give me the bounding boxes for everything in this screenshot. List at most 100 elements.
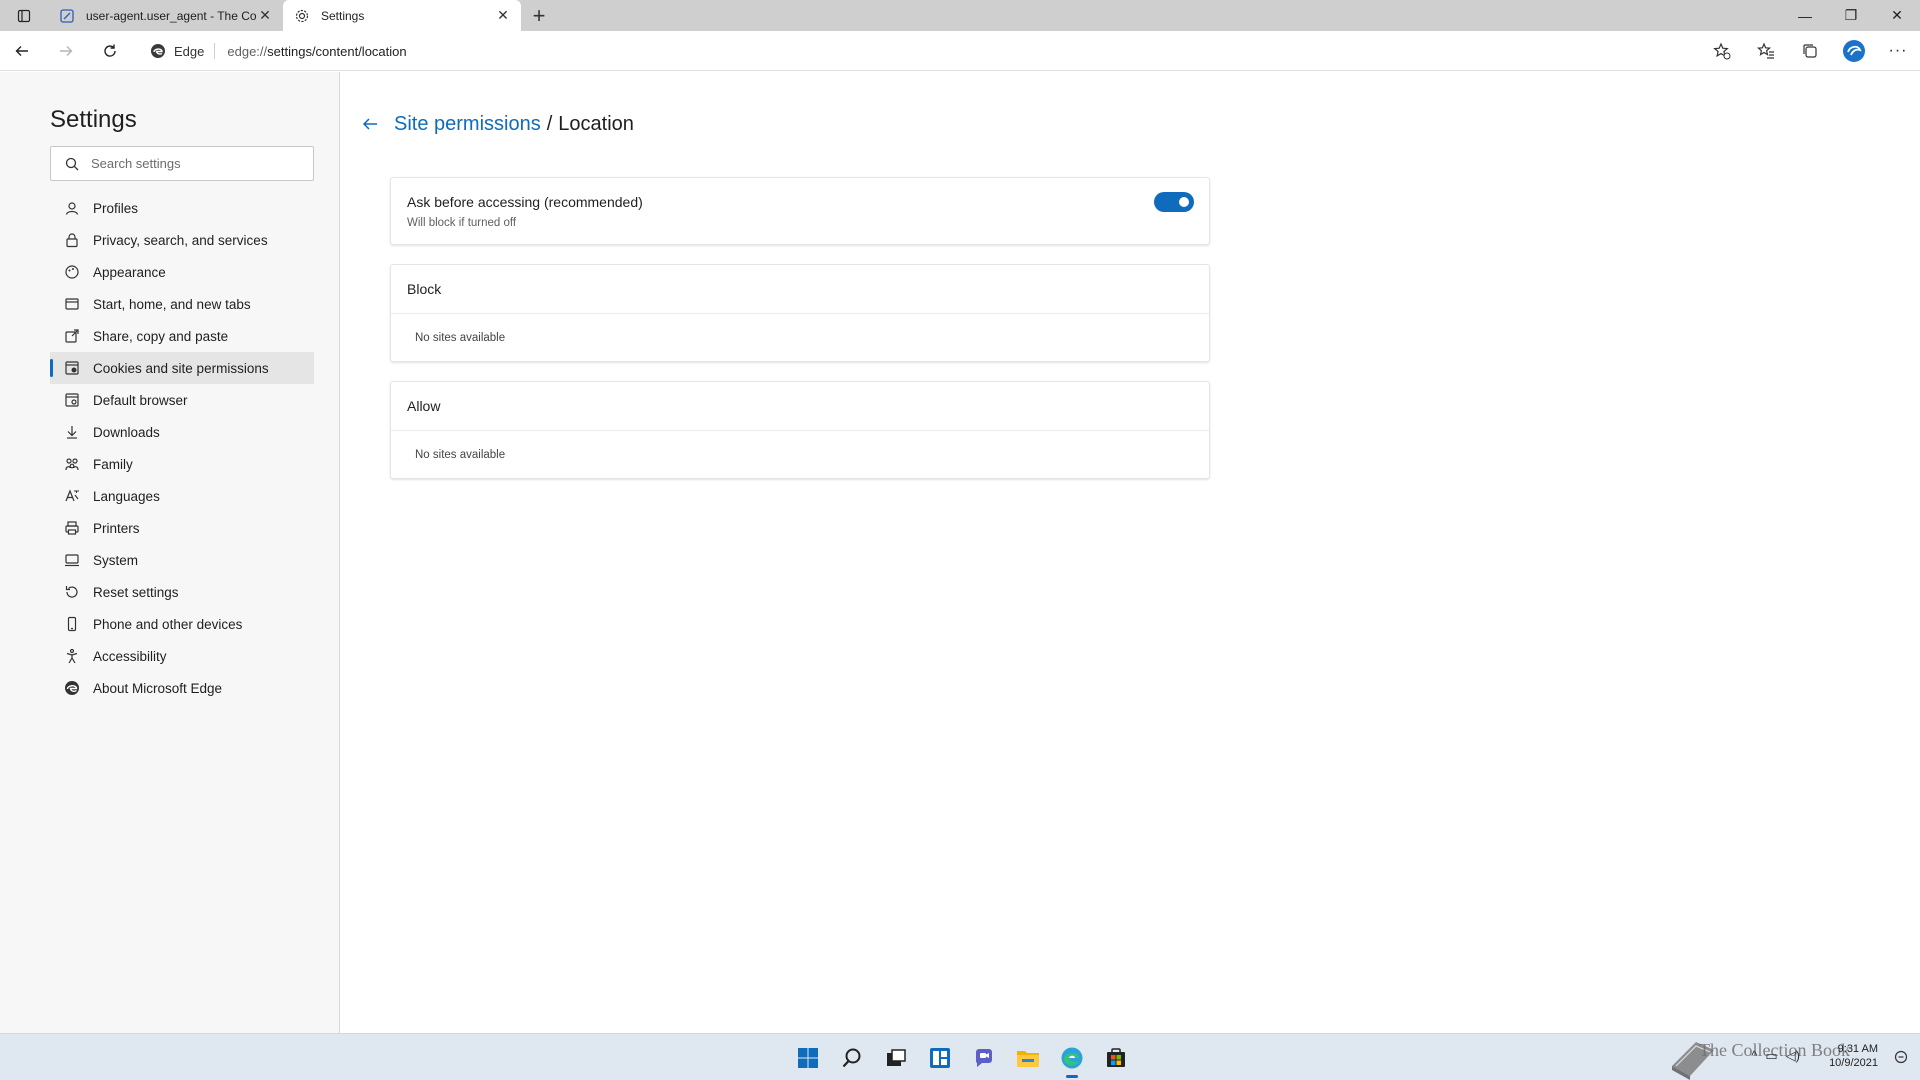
tray-icons[interactable]: ^ ▭ ◁) <box>1751 1048 1800 1064</box>
system-tray: The Collection Book ^ ▭ ◁) 9:31 AM 10/9/… <box>1620 1034 1920 1080</box>
new-tab-button[interactable]: + <box>521 0 557 31</box>
download-icon <box>64 424 80 440</box>
address-bar[interactable]: Edge edge:// settings/content/location <box>150 36 1730 66</box>
start-button[interactable] <box>786 1036 830 1080</box>
sidebar-item-label: Privacy, search, and services <box>93 232 268 248</box>
refresh-button[interactable] <box>88 31 132 71</box>
tab-user-agent[interactable]: user-agent.user_agent - The Coll ✕ <box>48 0 283 31</box>
more-icon: ··· <box>1888 42 1908 59</box>
windows-taskbar: The Collection Book ^ ▭ ◁) 9:31 AM 10/9/… <box>0 1033 1920 1080</box>
sidebar-item-label: Reset settings <box>93 584 179 600</box>
star-add-icon <box>1713 42 1731 60</box>
back-button[interactable] <box>0 31 44 71</box>
volume-icon[interactable]: ◁) <box>1786 1048 1800 1064</box>
minimize-button[interactable]: — <box>1782 0 1828 31</box>
allow-list-header: Allow <box>391 382 1209 431</box>
toolbar-actions: ··· <box>1700 31 1920 71</box>
minimize-icon: — <box>1798 7 1812 24</box>
plus-icon: + <box>532 2 546 28</box>
taskbar-clock[interactable]: 9:31 AM 10/9/2021 <box>1829 1042 1878 1070</box>
chevron-up-icon[interactable]: ^ <box>1751 1048 1757 1064</box>
favorites-button[interactable] <box>1744 31 1788 71</box>
restore-button[interactable]: ❐ <box>1828 0 1874 31</box>
notification-icon[interactable] <box>1894 1050 1908 1069</box>
tab-settings[interactable]: Settings ✕ <box>283 0 521 31</box>
tab-close-icon[interactable]: ✕ <box>257 7 273 24</box>
sidebar-item-label: Downloads <box>93 424 160 440</box>
sidebar-item-about-microsoft-edge[interactable]: About Microsoft Edge <box>50 672 314 704</box>
profile-icon <box>64 200 80 216</box>
network-icon[interactable]: ▭ <box>1765 1048 1777 1064</box>
taskbar-search-button[interactable] <box>830 1036 874 1080</box>
chat-button[interactable] <box>962 1036 1006 1080</box>
edge-logo-icon <box>151 44 165 58</box>
edge-taskbar-button[interactable] <box>1050 1036 1094 1080</box>
sidebar-item-label: Default browser <box>93 392 188 408</box>
sidebar-item-languages[interactable]: Languages <box>50 480 314 512</box>
lock-icon <box>64 232 80 248</box>
ask-before-accessing-toggle[interactable] <box>1154 192 1194 212</box>
refresh-icon <box>104 44 116 57</box>
tab-actions-icon <box>17 9 31 22</box>
sidebar-item-privacy-search-and-services[interactable]: Privacy, search, and services <box>50 224 314 256</box>
search-settings-box[interactable] <box>50 146 314 181</box>
sidebar-item-label: Share, copy and paste <box>93 328 229 344</box>
start-icon <box>798 1047 818 1068</box>
task-view-button[interactable] <box>874 1036 918 1080</box>
system-icon <box>64 552 80 568</box>
widgets-button[interactable] <box>918 1036 962 1080</box>
sidebar-item-printers[interactable]: Printers <box>50 512 314 544</box>
site-identity[interactable]: Edge <box>150 43 216 59</box>
sidebar-item-label: Cookies and site permissions <box>93 360 269 376</box>
more-options-button[interactable]: ··· <box>1876 31 1920 71</box>
restore-icon: ❐ <box>1844 7 1858 23</box>
sidebar-item-label: Start, home, and new tabs <box>93 296 251 312</box>
breadcrumb-site-permissions-link[interactable]: Site permissions <box>394 113 541 136</box>
sidebar-item-label: About Microsoft Edge <box>93 680 223 696</box>
forward-button[interactable] <box>44 31 88 71</box>
task-view-icon <box>887 1048 906 1066</box>
breadcrumb-back-button[interactable] <box>358 112 382 136</box>
store-button[interactable] <box>1094 1036 1138 1080</box>
sidebar-item-system[interactable]: System <box>50 544 314 576</box>
sidebar-item-appearance[interactable]: Appearance <box>50 256 314 288</box>
ask-before-accessing-subtitle: Will block if turned off <box>407 217 517 229</box>
back-arrow-icon <box>362 118 377 130</box>
search-input[interactable] <box>91 156 291 171</box>
breadcrumb-separator: / <box>546 112 553 135</box>
back-arrow-icon <box>15 45 28 56</box>
tab-close-icon[interactable]: ✕ <box>495 7 511 24</box>
allow-list-empty-text: No sites available <box>415 448 506 461</box>
sidebar-item-phone-and-other-devices[interactable]: Phone and other devices <box>50 608 314 640</box>
site-identity-label: Edge <box>174 43 205 59</box>
sidebar-item-default-browser[interactable]: Default browser <box>50 384 314 416</box>
url-protocol: edge:// <box>227 43 268 59</box>
sidebar-item-reset-settings[interactable]: Reset settings <box>50 576 314 608</box>
sidebar-item-downloads[interactable]: Downloads <box>50 416 314 448</box>
sidebar-title: Settings <box>50 106 137 133</box>
profile-button[interactable] <box>1832 31 1876 71</box>
browser-icon <box>64 392 80 408</box>
document-edit-icon <box>58 7 76 25</box>
file-explorer-button[interactable] <box>1006 1036 1050 1080</box>
sidebar-item-family[interactable]: Family <box>50 448 314 480</box>
tab-title: user-agent.user_agent - The Coll <box>86 8 257 23</box>
ask-before-accessing-title: Ask before accessing (recommended) <box>407 194 643 210</box>
sidebar-item-profiles[interactable]: Profiles <box>50 192 314 224</box>
window-controls: — ❐ ✕ <box>1782 0 1920 31</box>
sidebar-item-label: Accessibility <box>93 648 167 664</box>
collections-icon <box>1803 44 1817 58</box>
sidebar-item-cookies-and-site-permissions[interactable]: Cookies and site permissions <box>50 352 314 384</box>
close-window-button[interactable]: ✕ <box>1874 0 1920 31</box>
phone-icon <box>64 616 80 632</box>
collections-button[interactable] <box>1788 31 1832 71</box>
cookies-icon <box>64 360 80 376</box>
sidebar-item-start-home-and-new-tabs[interactable]: Start, home, and new tabs <box>50 288 314 320</box>
sidebar-item-share-copy-and-paste[interactable]: Share, copy and paste <box>50 320 314 352</box>
settings-nav-list: Profiles Privacy, search, and services App… <box>50 192 314 704</box>
add-favorite-button[interactable] <box>1700 31 1744 71</box>
sidebar-item-accessibility[interactable]: Accessibility <box>50 640 314 672</box>
sidebar-item-label: System <box>93 552 139 568</box>
share-icon <box>64 328 80 344</box>
tab-actions-button[interactable] <box>0 0 48 31</box>
